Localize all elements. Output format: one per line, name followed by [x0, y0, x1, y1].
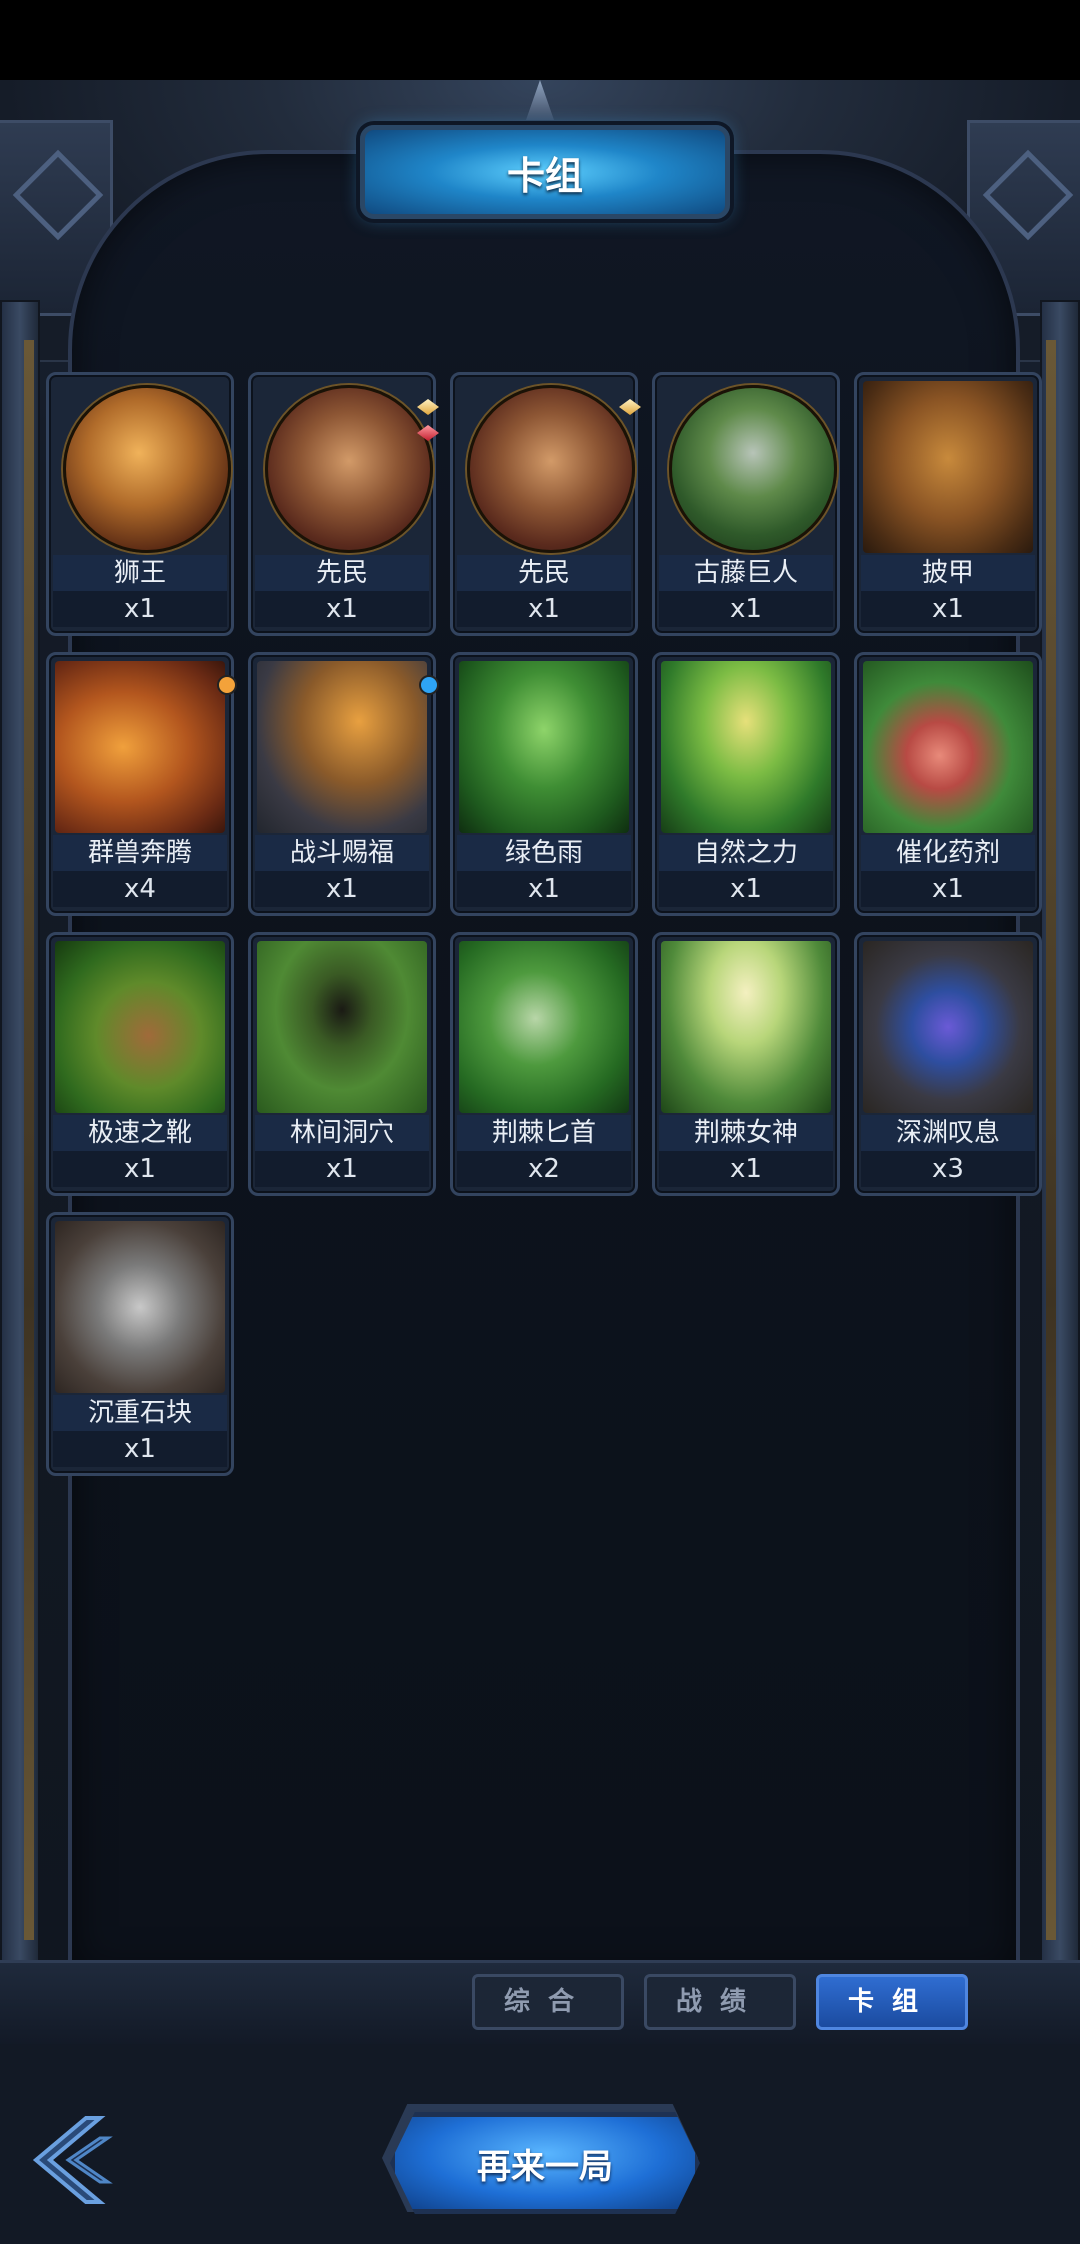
deck-card[interactable]: 先民 x1: [248, 372, 439, 636]
deck-card[interactable]: 绿色雨 x1: [450, 652, 638, 916]
card-name: 林间洞穴: [255, 1115, 429, 1151]
card-count: x1: [53, 591, 227, 627]
status-dot-icon: [217, 675, 237, 695]
heavy-stone-icon: [55, 1221, 225, 1393]
card-count: x1: [53, 1151, 227, 1187]
card-count: x1: [255, 1151, 429, 1187]
rarity-gem-icon: [417, 399, 439, 415]
replay-button[interactable]: 再来一局: [390, 2112, 700, 2214]
green-rain-icon: [459, 661, 629, 833]
card-count: x2: [457, 1151, 631, 1187]
deck-card[interactable]: 狮王 x1: [46, 372, 234, 636]
card-count: x1: [255, 591, 429, 627]
forest-cave-icon: [257, 941, 427, 1113]
card-count: x1: [659, 1151, 833, 1187]
page-title-plate: 卡组: [360, 125, 730, 219]
deck-card[interactable]: 自然之力 x1: [652, 652, 840, 916]
status-dot-icon: [419, 675, 439, 695]
card-name: 战斗赐福: [255, 835, 429, 871]
card-count: x3: [861, 1151, 1035, 1187]
deck-card[interactable]: 荆棘女神 x1: [652, 932, 840, 1196]
card-name: 极速之靴: [53, 1115, 227, 1151]
deck-card[interactable]: 沉重石块 x1: [46, 1212, 234, 1476]
card-name: 古藤巨人: [659, 555, 833, 591]
force-of-nature-icon: [661, 661, 831, 833]
deck-card[interactable]: 荆棘匕首 x2: [450, 932, 638, 1196]
card-name: 自然之力: [659, 835, 833, 871]
deck-card[interactable]: 极速之靴 x1: [46, 932, 234, 1196]
deck-card[interactable]: 古藤巨人 x1: [652, 372, 840, 636]
card-name: 沉重石块: [53, 1395, 227, 1431]
deck-card[interactable]: 战斗赐福 x1: [248, 652, 439, 916]
card-count: x1: [659, 591, 833, 627]
card-name: 狮王: [53, 555, 227, 591]
card-name: 催化药剂: [861, 835, 1035, 871]
right-pillar-trim: [1046, 340, 1056, 1940]
card-name: 荆棘女神: [659, 1115, 833, 1151]
deck-card[interactable]: 群兽奔腾 x4: [46, 652, 237, 916]
deck-card[interactable]: 深渊叹息 x3: [854, 932, 1042, 1196]
card-name: 先民: [457, 555, 631, 591]
rarity-gem-icon: [619, 399, 641, 415]
catalyst-potion-icon: [863, 661, 1033, 833]
card-name: 深渊叹息: [861, 1115, 1035, 1151]
card-name: 荆棘匕首: [457, 1115, 631, 1151]
armored-beast-icon: [863, 381, 1033, 553]
card-count: x1: [457, 591, 631, 627]
left-pillar: [0, 300, 40, 1964]
tab-records[interactable]: 战绩: [644, 1974, 796, 2030]
battle-blessing-icon: [257, 661, 427, 833]
card-count: x1: [255, 871, 429, 907]
deck-card[interactable]: 先民 x1: [450, 372, 641, 636]
stampede-icon: [55, 661, 225, 833]
card-name: 先民: [255, 555, 429, 591]
speed-boots-icon: [55, 941, 225, 1113]
tab-overview[interactable]: 综合: [472, 1974, 624, 2030]
tab-deck[interactable]: 卡组: [816, 1974, 968, 2030]
card-name: 绿色雨: [457, 835, 631, 871]
card-count: x1: [53, 1431, 227, 1467]
card-count: x1: [457, 871, 631, 907]
vine-giant-portrait-icon: [669, 385, 837, 553]
thorn-dagger-icon: [459, 941, 629, 1113]
status-bar: [0, 0, 1080, 80]
card-count: x4: [53, 871, 227, 907]
ancestor-warrior-portrait-icon: [467, 385, 635, 553]
left-pillar-trim: [24, 340, 34, 1940]
thorn-goddess-icon: [661, 941, 831, 1113]
deck-card[interactable]: 披甲 x1: [854, 372, 1042, 636]
replay-button-label: 再来一局: [477, 2146, 613, 2187]
card-name: 群兽奔腾: [53, 835, 227, 871]
back-arrow-icon: [32, 2116, 113, 2204]
deck-card[interactable]: 催化药剂 x1: [854, 652, 1042, 916]
card-count: x1: [861, 871, 1035, 907]
card-count: x1: [861, 591, 1035, 627]
deck-card[interactable]: 林间洞穴 x1: [248, 932, 436, 1196]
abyss-sigh-icon: [863, 941, 1033, 1113]
page-title: 卡组: [506, 153, 583, 198]
ancestor-warrior-portrait-icon: [265, 385, 433, 553]
lion-king-portrait-icon: [63, 385, 231, 553]
card-count: x1: [659, 871, 833, 907]
card-name: 披甲: [861, 555, 1035, 591]
back-button[interactable]: [30, 2112, 114, 2208]
